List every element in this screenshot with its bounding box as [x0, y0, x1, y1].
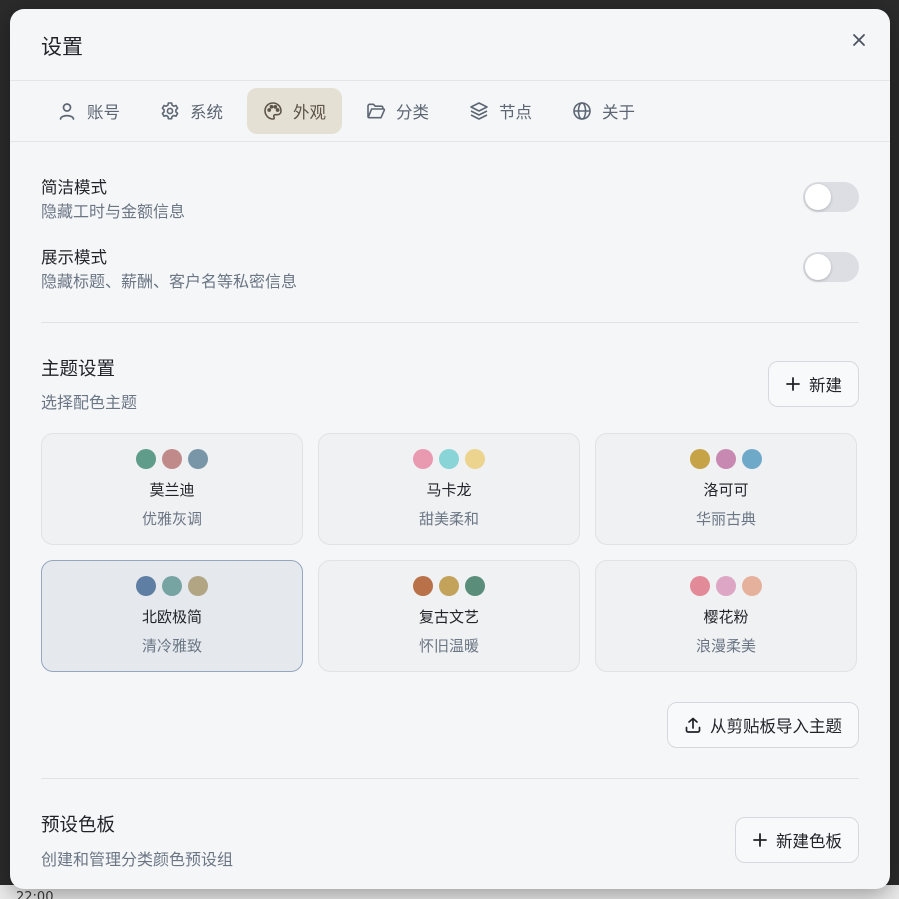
present-mode-toggle[interactable]: [803, 252, 859, 282]
color-swatch: [465, 449, 485, 469]
color-swatch: [742, 449, 762, 469]
appearance-panel: 简洁模式 隐藏工时与金额信息 展示模式 隐藏标题、薪酬、客户名等私密信息 主题设…: [10, 164, 890, 889]
theme-grid: 莫兰迪 优雅灰调 马卡龙 甜美柔和 洛可可 华丽古典 北欧极简 清冷雅致 复古文…: [41, 433, 859, 672]
tab-label: 节点: [499, 103, 532, 122]
color-swatch: [188, 449, 208, 469]
user-icon: [59, 103, 75, 120]
dialog-header: 设置: [10, 9, 890, 81]
theme-card-morandi[interactable]: 莫兰迪 优雅灰调: [41, 433, 303, 545]
color-swatch: [188, 576, 208, 596]
theme-subtitle: 清冷雅致: [141, 637, 202, 655]
theme-swatches: [690, 449, 762, 469]
theme-name: 樱花粉: [703, 608, 749, 626]
color-swatch: [465, 576, 485, 596]
tab-label: 系统: [190, 103, 223, 122]
color-swatch: [716, 576, 736, 596]
tab-appearance[interactable]: 外观: [247, 88, 342, 134]
new-palette-label: 新建色板: [776, 832, 842, 851]
simple-mode-desc: 隐藏工时与金额信息: [41, 202, 186, 221]
color-swatch: [716, 449, 736, 469]
present-mode-title: 展示模式: [41, 248, 107, 267]
present-mode-row: 展示模式 隐藏标题、薪酬、客户名等私密信息: [41, 234, 859, 304]
theme-section-title: 主题设置: [41, 359, 116, 380]
theme-card-sakura[interactable]: 樱花粉 浪漫柔美: [595, 560, 857, 672]
simple-mode-row: 简洁模式 隐藏工时与金额信息: [41, 164, 859, 234]
color-swatch: [690, 576, 710, 596]
theme-swatches: [413, 449, 485, 469]
simple-mode-title: 简洁模式: [41, 178, 107, 197]
import-theme-label: 从剪贴板导入主题: [710, 717, 842, 736]
present-mode-desc: 隐藏标题、薪酬、客户名等私密信息: [41, 272, 298, 291]
theme-swatches: [136, 576, 208, 596]
theme-card-retro[interactable]: 复古文艺 怀旧温暖: [318, 560, 580, 672]
gear-icon: [161, 102, 179, 120]
tab-label: 分类: [396, 103, 429, 122]
settings-tabs: 账号 系统 外观 分类 节点 关于: [10, 81, 890, 142]
color-swatch: [136, 576, 156, 596]
theme-card-nordic[interactable]: 北欧极简 清冷雅致: [41, 560, 303, 672]
palette-section-desc: 创建和管理分类颜色预设组: [41, 850, 234, 869]
theme-name: 莫兰迪: [149, 481, 195, 499]
theme-swatches: [136, 449, 208, 469]
theme-subtitle: 优雅灰调: [141, 510, 202, 528]
theme-subtitle: 浪漫柔美: [695, 637, 756, 655]
color-swatch: [742, 576, 762, 596]
color-swatch: [136, 449, 156, 469]
tab-about[interactable]: 关于: [556, 88, 651, 134]
theme-name: 北欧极简: [141, 608, 202, 626]
palette-section-header: 预设色板 创建和管理分类颜色预设组 新建色板: [41, 779, 859, 889]
toggle-knob: [805, 184, 831, 210]
theme-swatches: [413, 576, 485, 596]
color-swatch: [413, 449, 433, 469]
new-theme-button[interactable]: 新建: [768, 361, 859, 407]
theme-section-desc: 选择配色主题: [41, 393, 138, 412]
folder-icon: [367, 103, 386, 119]
tab-label: 外观: [293, 103, 326, 122]
tab-account[interactable]: 账号: [41, 88, 136, 134]
theme-name: 洛可可: [703, 481, 749, 499]
color-swatch: [690, 449, 710, 469]
close-icon: [853, 34, 865, 46]
color-swatch: [162, 576, 182, 596]
color-swatch: [439, 576, 459, 596]
new-palette-button[interactable]: 新建色板: [735, 817, 859, 863]
toggle-knob: [805, 254, 831, 280]
theme-section-header: 主题设置 选择配色主题 新建: [41, 323, 859, 433]
upload-icon: [685, 717, 701, 733]
plus-icon: [753, 833, 767, 847]
theme-subtitle: 华丽古典: [695, 510, 756, 528]
settings-dialog: 设置 账号 系统 外观 分类 节点 关于 简洁模式 隐藏工时与金额信息 展示模式…: [10, 9, 890, 889]
tab-label: 关于: [602, 103, 635, 122]
new-theme-label: 新建: [809, 376, 842, 395]
theme-card-macaron[interactable]: 马卡龙 甜美柔和: [318, 433, 580, 545]
globe-icon: [573, 102, 591, 120]
close-button[interactable]: [848, 29, 870, 51]
color-swatch: [439, 449, 459, 469]
theme-name: 复古文艺: [418, 608, 479, 626]
import-theme-button[interactable]: 从剪贴板导入主题: [667, 702, 859, 748]
theme-swatches: [690, 576, 762, 596]
simple-mode-toggle[interactable]: [803, 182, 859, 212]
background-time-label: 22:00: [16, 890, 54, 899]
tab-system[interactable]: 系统: [144, 88, 239, 134]
theme-subtitle: 甜美柔和: [418, 510, 479, 528]
color-swatch: [162, 449, 182, 469]
dialog-title: 设置: [41, 35, 83, 59]
color-swatch: [413, 576, 433, 596]
theme-card-rococo[interactable]: 洛可可 华丽古典: [595, 433, 857, 545]
palette-icon: [264, 102, 282, 120]
tab-nodes[interactable]: 节点: [453, 88, 548, 134]
plus-icon: [786, 377, 800, 391]
tab-label: 账号: [87, 103, 120, 122]
layers-icon: [470, 102, 488, 120]
theme-name: 马卡龙: [426, 481, 472, 499]
palette-section-title: 预设色板: [41, 815, 116, 836]
tab-category[interactable]: 分类: [350, 88, 445, 134]
import-row: 从剪贴板导入主题: [41, 672, 859, 778]
theme-subtitle: 怀旧温暖: [418, 637, 479, 655]
